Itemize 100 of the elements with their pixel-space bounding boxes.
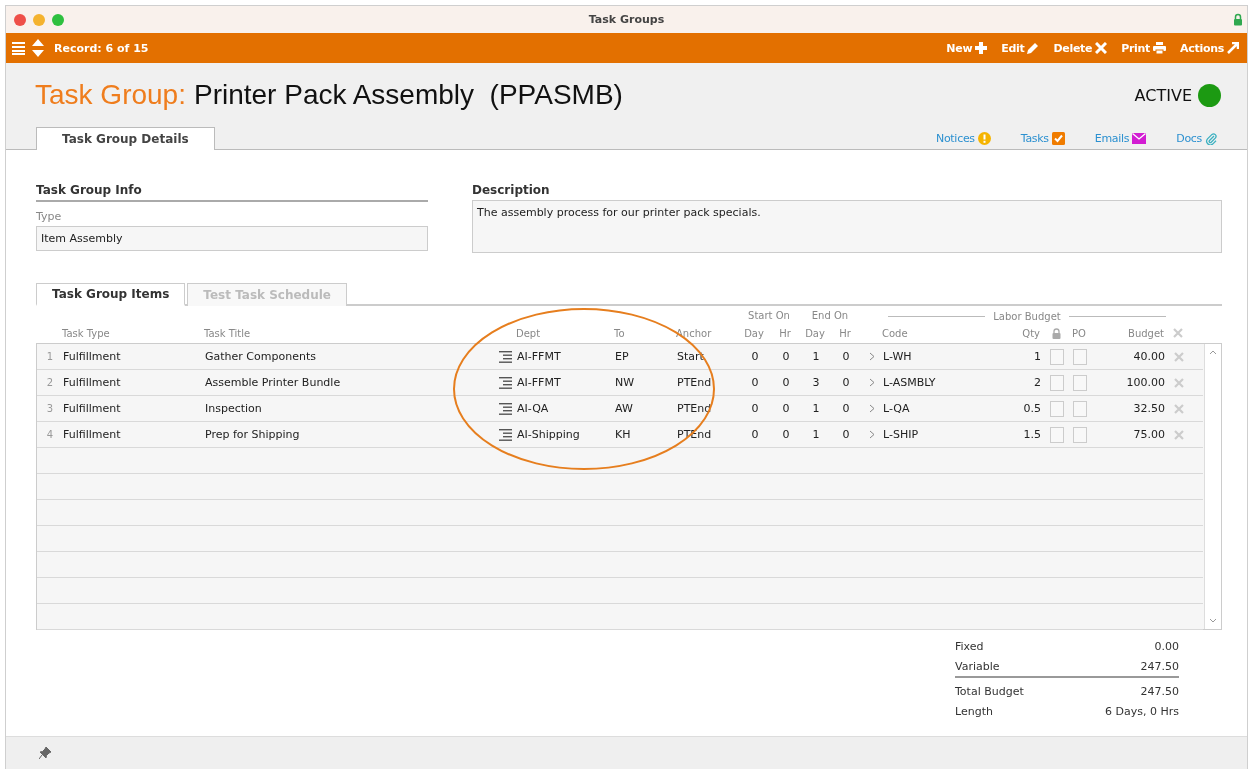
description-field[interactable]: The assembly process for our printer pack specials.	[472, 200, 1222, 253]
column-group-header: Start On	[747, 310, 791, 323]
chevron-right-icon[interactable]	[869, 430, 875, 439]
table-cell-text: 0	[750, 402, 760, 415]
plus-icon	[975, 42, 988, 54]
delete-icon[interactable]	[1174, 351, 1184, 362]
section-heading: Description	[472, 183, 551, 199]
table-cell-text: 1	[1033, 350, 1042, 363]
delete-button[interactable]: Delete	[1053, 41, 1108, 55]
table-cell-text: 0	[841, 402, 851, 415]
record-counter: Record: 6 of 15	[54, 41, 149, 55]
table-cell-text: Gather Components	[205, 350, 317, 363]
arrow-icon	[1227, 42, 1239, 54]
table-cell-text: 0.5	[1022, 402, 1042, 415]
row-number: 1	[45, 351, 55, 362]
delete-icon[interactable]	[1174, 403, 1184, 414]
envelope-icon	[1132, 133, 1147, 144]
table-cell-text: Inspection	[205, 402, 263, 415]
checkbox[interactable]	[1050, 400, 1064, 417]
checkbox[interactable]	[1073, 426, 1087, 443]
lookup-list-icon[interactable]	[498, 402, 512, 415]
edit-button[interactable]: Edit	[1001, 41, 1040, 55]
table-cell-text: Fulfillment	[63, 428, 122, 441]
table-cell-text: 0	[841, 376, 851, 389]
delete-icon[interactable]	[1174, 377, 1184, 388]
lock-icon	[1051, 327, 1061, 339]
checkbox[interactable]	[1050, 348, 1064, 365]
docs-link[interactable]: Docs	[1176, 132, 1217, 145]
new-button[interactable]: New	[946, 41, 988, 55]
record-type-label: Task Group:	[35, 79, 186, 111]
table-cell-text: L-ASMBLY	[883, 376, 937, 389]
table-cell-text: L-WH	[883, 350, 913, 363]
table-cell-text: AI-FFMT	[517, 350, 562, 363]
table-cell-text: 1	[811, 402, 821, 415]
delete-icon[interactable]	[1173, 328, 1183, 338]
table-cell-text: AI-QA	[517, 402, 550, 415]
table-cell-text: PTEnd	[677, 376, 713, 389]
status-label: ACTIVE	[1134, 85, 1192, 105]
row-number: 4	[45, 429, 55, 440]
delete-icon[interactable]	[1174, 429, 1184, 440]
tasks-link[interactable]: Tasks	[1020, 132, 1065, 145]
table-cell-text: 0	[750, 428, 760, 441]
table-cell-text: NW	[615, 376, 636, 389]
zoom-button[interactable]	[52, 13, 64, 26]
total-label: Fixed	[955, 639, 984, 653]
type-field[interactable]: Item Assembly	[36, 226, 428, 251]
table-cell-text: 0	[841, 428, 851, 441]
checkbox[interactable]	[1073, 348, 1087, 365]
actions-button[interactable]: Actions	[1180, 41, 1239, 55]
minimize-button[interactable]	[33, 13, 45, 26]
scrollbar[interactable]	[1204, 344, 1221, 629]
scroll-down-icon[interactable]	[1209, 618, 1217, 623]
total-label: Total Budget	[955, 684, 1024, 698]
chevron-right-icon[interactable]	[869, 404, 875, 413]
pin-icon[interactable]	[39, 747, 51, 759]
chevron-right-icon[interactable]	[869, 352, 875, 361]
total-value: 0.00	[1154, 639, 1179, 653]
chevron-right-icon[interactable]	[869, 378, 875, 387]
table-cell-text: 100.00	[1125, 376, 1166, 389]
table-cell-text: 1	[811, 428, 821, 441]
emails-link[interactable]: Emails	[1094, 132, 1147, 145]
lookup-list-icon[interactable]	[498, 428, 512, 441]
pencil-icon	[1027, 42, 1040, 54]
checkbox[interactable]	[1050, 426, 1064, 443]
table-cell-text: EP	[615, 350, 630, 363]
record-title: Printer Pack Assembly (PPASMB)	[193, 79, 623, 111]
checkbox[interactable]	[1073, 400, 1087, 417]
paperclip-icon	[1205, 132, 1217, 145]
table-cell-text: 32.50	[1132, 402, 1166, 415]
lookup-list-icon[interactable]	[498, 376, 512, 389]
table-cell-text: KH	[615, 428, 632, 441]
total-value: 6 Days, 0 Hrs	[1105, 704, 1179, 718]
table-cell-text: 1	[811, 350, 821, 363]
close-button[interactable]	[14, 13, 26, 26]
column-header: Dept	[516, 327, 542, 339]
lock-icon	[1233, 13, 1243, 26]
table-cell-text: Fulfillment	[63, 402, 122, 415]
total-label: Variable	[955, 659, 1000, 673]
column-header: PO	[1071, 327, 1087, 339]
row-number: 2	[45, 377, 55, 388]
column-header: Budget	[1127, 327, 1165, 339]
print-button[interactable]: Print	[1121, 41, 1167, 55]
table-cell-text: 0	[750, 376, 760, 389]
scroll-up-icon[interactable]	[1209, 350, 1217, 355]
menu-icon[interactable]	[12, 41, 25, 55]
table-cell-text: 0	[841, 350, 851, 363]
checkbox[interactable]	[1050, 374, 1064, 391]
table-cell-text: L-QA	[883, 402, 911, 415]
checkbox[interactable]	[1073, 374, 1087, 391]
notices-link[interactable]: Notices	[936, 132, 991, 145]
tab[interactable]: Task Group Items	[36, 283, 186, 306]
tab[interactable]: Task Group Details	[36, 127, 215, 150]
up-down-arrows-icon[interactable]	[32, 39, 44, 57]
column-group-header: End On	[810, 310, 850, 323]
lookup-list-icon[interactable]	[498, 350, 512, 363]
total-label: Length	[955, 704, 993, 718]
table-cell-text: 3	[811, 376, 821, 389]
table-cell-text: Fulfillment	[63, 376, 122, 389]
row-number: 3	[45, 403, 55, 414]
warning-icon	[977, 132, 991, 145]
